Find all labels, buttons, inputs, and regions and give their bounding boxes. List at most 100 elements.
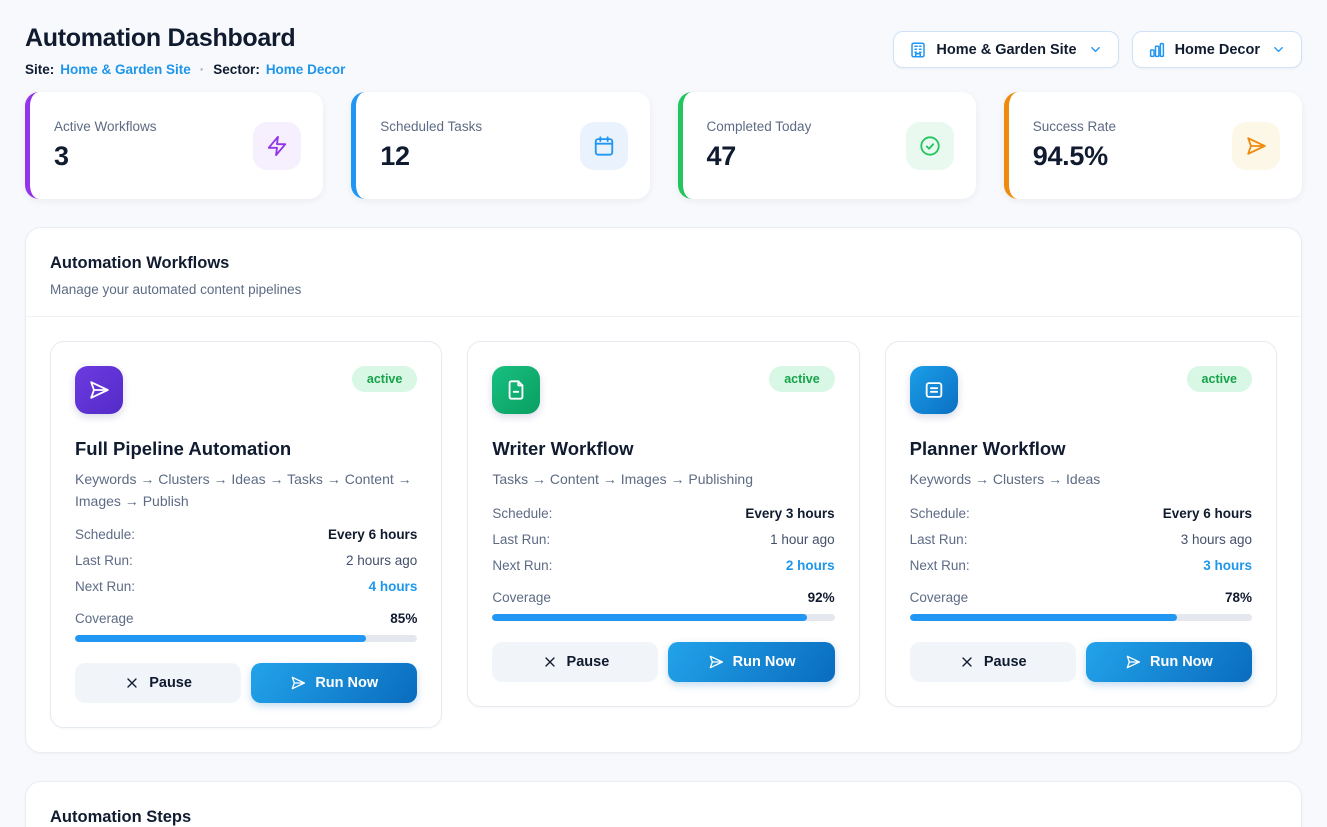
- coverage-value: 92%: [808, 590, 835, 605]
- schedule-row: Schedule: Every 6 hours: [75, 527, 417, 542]
- last-run-label: Last Run:: [910, 532, 968, 547]
- workflow-pipeline: Tasks → Content → Images → Publishing: [492, 469, 834, 491]
- next-run-label: Next Run:: [492, 558, 552, 573]
- stat-card: Completed Today 47: [678, 92, 976, 199]
- workflows-panel: Automation Workflows Manage your automat…: [25, 227, 1302, 753]
- workflow-details: Schedule: Every 6 hours Last Run: 3 hour…: [910, 506, 1252, 573]
- run-now-button-label: Run Now: [1150, 654, 1213, 670]
- send-icon: [708, 654, 724, 670]
- run-now-button[interactable]: Run Now: [1086, 642, 1252, 682]
- coverage-row: Coverage 78%: [910, 590, 1252, 605]
- next-run-row: Next Run: 2 hours: [492, 558, 834, 573]
- file-icon: [492, 366, 540, 414]
- coverage-block: Coverage 78%: [910, 590, 1252, 621]
- breadcrumb: Site: Home & Garden Site · Sector: Home …: [25, 62, 345, 77]
- stat-card: Active Workflows 3: [25, 92, 323, 199]
- coverage-label: Coverage: [75, 611, 134, 626]
- workflow-card: active Planner Workflow Keywords → Clust…: [885, 341, 1277, 707]
- last-run-row: Last Run: 3 hours ago: [910, 532, 1252, 547]
- site-label: Site:: [25, 62, 54, 77]
- schedule-value: Every 6 hours: [328, 527, 417, 542]
- x-icon: [542, 654, 558, 670]
- workflow-actions: Pause Run Now: [75, 663, 417, 703]
- coverage-progressbar: [910, 614, 1252, 621]
- last-run-row: Last Run: 2 hours ago: [75, 553, 417, 568]
- pause-button[interactable]: Pause: [910, 642, 1076, 682]
- workflow-card: active Full Pipeline Automation Keywords…: [50, 341, 442, 728]
- workflow-actions: Pause Run Now: [492, 642, 834, 682]
- coverage-value: 85%: [390, 611, 417, 626]
- workflow-cards-grid: active Full Pipeline Automation Keywords…: [26, 317, 1301, 752]
- workflow-details: Schedule: Every 3 hours Last Run: 1 hour…: [492, 506, 834, 573]
- site-selector-label: Home & Garden Site: [936, 42, 1076, 58]
- header-selectors: Home & Garden Site Home Decor: [893, 31, 1302, 68]
- status-badge: active: [769, 366, 834, 392]
- schedule-label: Schedule:: [492, 506, 552, 521]
- next-run-value: 3 hours: [1203, 558, 1252, 573]
- coverage-progress-fill: [492, 614, 807, 621]
- workflow-pipeline: Keywords → Clusters → Ideas: [910, 469, 1252, 491]
- stat-value: 12: [380, 141, 482, 172]
- coverage-row: Coverage 85%: [75, 611, 417, 626]
- stat-label: Scheduled Tasks: [380, 119, 482, 134]
- workflow-title: Planner Workflow: [910, 438, 1252, 460]
- chevron-down-icon: [1088, 42, 1103, 57]
- stat-label: Completed Today: [707, 119, 812, 134]
- schedule-label: Schedule:: [75, 527, 135, 542]
- steps-panel: Automation Steps Configure which steps a…: [25, 781, 1302, 827]
- workflow-card: active Writer Workflow Tasks → Content →…: [467, 341, 859, 707]
- x-icon: [124, 675, 140, 691]
- last-run-value: 1 hour ago: [770, 532, 835, 547]
- last-run-value: 3 hours ago: [1181, 532, 1252, 547]
- circle-check-icon: [906, 122, 954, 170]
- sector-selector-dropdown[interactable]: Home Decor: [1132, 31, 1302, 68]
- chevron-down-icon: [1271, 42, 1286, 57]
- workflow-card-top: active: [492, 366, 834, 414]
- stat-card: Success Rate 94.5%: [1004, 92, 1302, 199]
- stat-value: 47: [707, 141, 812, 172]
- coverage-label: Coverage: [910, 590, 969, 605]
- last-run-label: Last Run:: [492, 532, 550, 547]
- pause-button[interactable]: Pause: [492, 642, 658, 682]
- coverage-progressbar: [75, 635, 417, 642]
- zap-icon: [253, 122, 301, 170]
- coverage-progress-fill: [75, 635, 366, 642]
- site-selector-dropdown[interactable]: Home & Garden Site: [893, 31, 1118, 68]
- schedule-value: Every 6 hours: [1163, 506, 1252, 521]
- coverage-row: Coverage 92%: [492, 590, 834, 605]
- stats-row: Active Workflows 3 Scheduled Tasks 12 Co…: [25, 92, 1302, 199]
- last-run-value: 2 hours ago: [346, 553, 417, 568]
- run-now-button-label: Run Now: [733, 654, 796, 670]
- pause-button-label: Pause: [984, 654, 1027, 670]
- next-run-label: Next Run:: [910, 558, 970, 573]
- workflows-section-title: Automation Workflows: [50, 254, 1277, 273]
- status-badge: active: [352, 366, 417, 392]
- next-run-value: 2 hours: [786, 558, 835, 573]
- list-icon: [910, 366, 958, 414]
- title-block: Automation Dashboard Site: Home & Garden…: [25, 24, 345, 77]
- coverage-block: Coverage 92%: [492, 590, 834, 621]
- breadcrumb-separator: ·: [200, 62, 205, 77]
- steps-panel-header: Automation Steps Configure which steps a…: [26, 782, 1301, 827]
- stat-text: Completed Today 47: [707, 119, 812, 172]
- stat-card: Scheduled Tasks 12: [351, 92, 649, 199]
- site-link[interactable]: Home & Garden Site: [60, 62, 191, 77]
- calendar-icon: [580, 122, 628, 170]
- run-now-button[interactable]: Run Now: [668, 642, 834, 682]
- sector-link[interactable]: Home Decor: [266, 62, 346, 77]
- automation-dashboard-page: Automation Dashboard Site: Home & Garden…: [0, 0, 1327, 827]
- run-now-button[interactable]: Run Now: [251, 663, 417, 703]
- schedule-label: Schedule:: [910, 506, 970, 521]
- workflows-section-subtitle: Manage your automated content pipelines: [50, 282, 1277, 297]
- coverage-block: Coverage 85%: [75, 611, 417, 642]
- pause-button[interactable]: Pause: [75, 663, 241, 703]
- workflow-card-top: active: [75, 366, 417, 414]
- pause-button-label: Pause: [149, 675, 192, 691]
- workflow-title: Writer Workflow: [492, 438, 834, 460]
- schedule-row: Schedule: Every 6 hours: [910, 506, 1252, 521]
- sector-selector-label: Home Decor: [1175, 42, 1260, 58]
- stat-text: Active Workflows 3: [54, 119, 157, 172]
- send-icon: [290, 675, 306, 691]
- workflows-panel-header: Automation Workflows Manage your automat…: [26, 228, 1301, 317]
- workflow-title: Full Pipeline Automation: [75, 438, 417, 460]
